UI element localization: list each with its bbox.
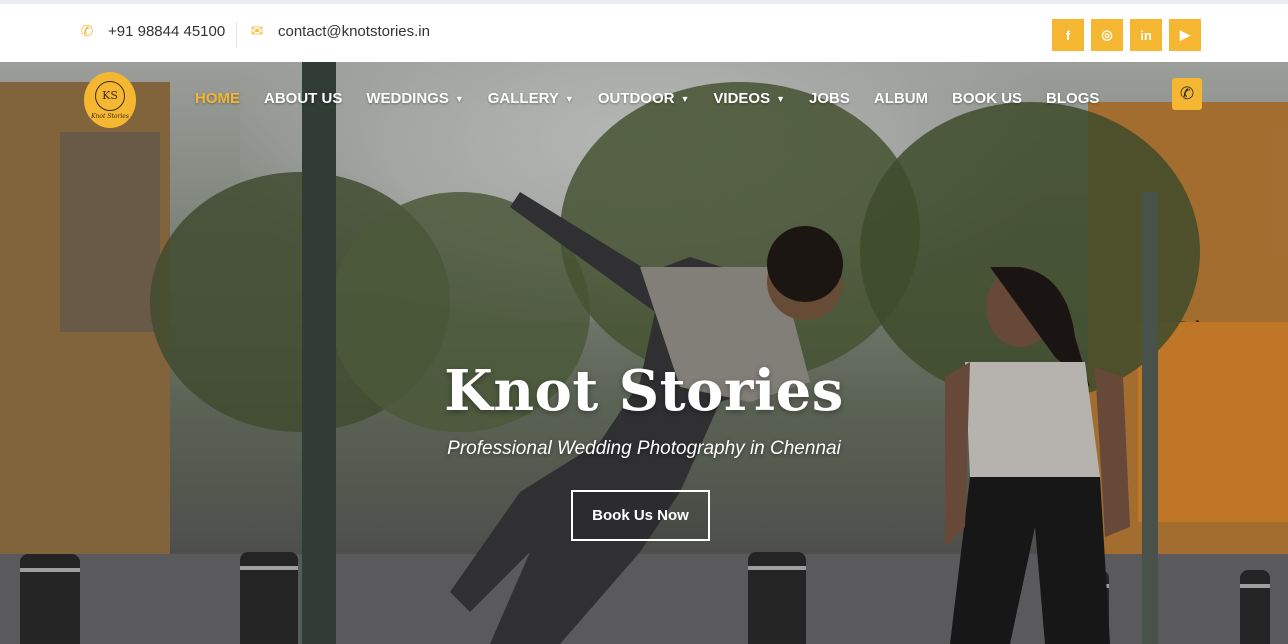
nav-item-videos[interactable]: VIDEOS ▼	[713, 90, 785, 107]
envelope-icon: ✉	[250, 23, 264, 40]
linkedin-icon[interactable]: in	[1130, 19, 1162, 51]
phone-icon: ✆	[1179, 84, 1195, 103]
hero-section: aurelia KS Knot Stories	[0, 62, 1288, 644]
nav-item-about-us[interactable]: ABOUT US	[264, 90, 342, 107]
nav-item-book-us[interactable]: BOOK US	[952, 90, 1022, 107]
brand-wordmark: Knot Stories	[91, 112, 129, 120]
chevron-down-icon: ▼	[680, 93, 690, 104]
contact-bar: ✆ +91 98844 45100 ✉ contact@knotstories.…	[0, 0, 1288, 62]
chevron-down-icon: ▼	[564, 93, 574, 104]
youtube-icon[interactable]: ▶	[1169, 19, 1201, 51]
nav-item-blogs[interactable]: BLOGS	[1046, 90, 1099, 107]
contact-divider	[236, 22, 237, 48]
book-us-now-button[interactable]: Book Us Now	[571, 490, 710, 541]
nav-item-home[interactable]: HOME	[195, 90, 240, 107]
nav-item-outdoor[interactable]: OUTDOOR ▼	[598, 90, 690, 107]
brand-logo[interactable]: KS Knot Stories	[84, 72, 136, 128]
nav-item-jobs[interactable]: JOBS	[809, 90, 850, 107]
nav-item-gallery[interactable]: GALLERY ▼	[488, 90, 574, 107]
brand-monogram: KS	[95, 80, 125, 111]
call-button[interactable]: ✆	[1172, 78, 1202, 110]
hero-subtitle: Professional Wedding Photography in Chen…	[447, 438, 841, 459]
phone-contact[interactable]: ✆ +91 98844 45100	[80, 22, 226, 41]
phone-number[interactable]: +91 98844 45100	[108, 23, 225, 40]
phone-icon: ✆	[80, 23, 94, 40]
facebook-icon[interactable]: f	[1052, 19, 1084, 51]
nav-item-album[interactable]: ALBUM	[874, 90, 928, 107]
chevron-down-icon: ▼	[454, 93, 464, 104]
social-links: f ◎ in ▶	[1052, 19, 1201, 51]
nav-item-weddings[interactable]: WEDDINGS ▼	[366, 90, 463, 107]
chevron-down-icon: ▼	[776, 93, 786, 104]
email-address[interactable]: contact@knotstories.in	[278, 23, 430, 40]
main-nav: HOME ABOUT US WEDDINGS ▼ GALLERY ▼ OUTDOOR…	[195, 90, 1123, 107]
hero-title: Knot Stories	[444, 358, 844, 424]
instagram-icon[interactable]: ◎	[1091, 19, 1123, 51]
email-contact[interactable]: ✉ contact@knotstories.in	[250, 22, 430, 41]
